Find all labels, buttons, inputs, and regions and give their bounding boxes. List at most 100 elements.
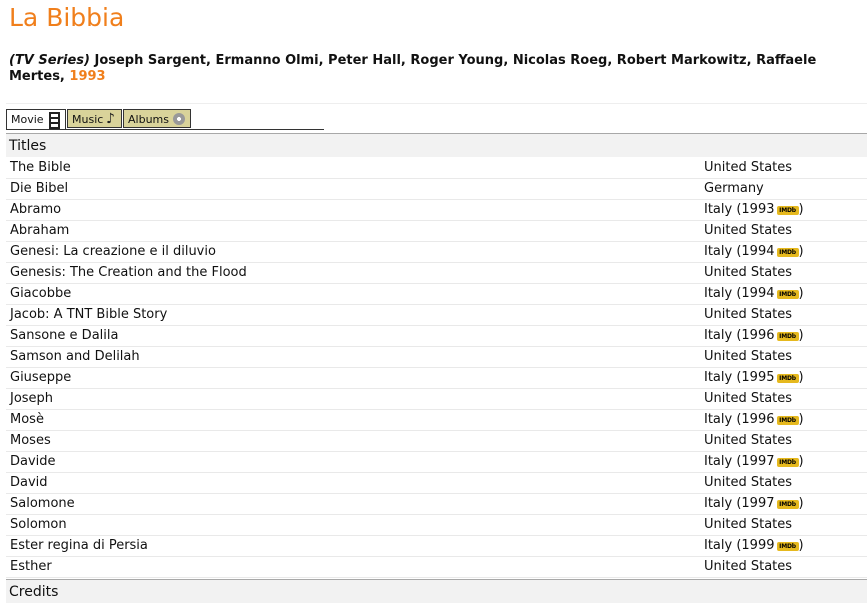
directors-list: Joseph Sargent, Ermanno Olmi, Peter Hall… bbox=[9, 53, 817, 84]
title-cell: Esther bbox=[10, 559, 52, 574]
music-note-icon: ♪ bbox=[106, 111, 115, 127]
country-text: United States bbox=[704, 433, 793, 448]
table-row: Salomone Italy (1997 IMDb) bbox=[6, 494, 867, 515]
imdb-icon[interactable]: IMDb bbox=[776, 290, 799, 299]
table-row: Moses United States bbox=[6, 431, 867, 452]
close-paren: ) bbox=[798, 412, 804, 427]
close-paren: ) bbox=[798, 370, 804, 385]
imdb-icon[interactable]: IMDb bbox=[776, 542, 799, 551]
close-paren: ) bbox=[798, 538, 804, 553]
title-cell: Joseph bbox=[10, 391, 54, 406]
country-text: Italy (1994 bbox=[704, 286, 775, 301]
country-cell: United States bbox=[704, 557, 792, 577]
table-row: Davide Italy (1997 IMDb) bbox=[6, 452, 867, 473]
page-title: La Bibbia bbox=[9, 3, 125, 32]
country-cell: United States bbox=[704, 389, 792, 409]
tab-music-label: Music bbox=[72, 113, 104, 126]
country-cell: Italy (1993 IMDb) bbox=[704, 200, 804, 220]
table-row: Genesis: The Creation and the Flood Unite… bbox=[6, 263, 867, 284]
divider bbox=[6, 103, 867, 104]
table-row: Mosè Italy (1996 IMDb) bbox=[6, 410, 867, 431]
country-cell: Italy (1995 IMDb) bbox=[704, 368, 804, 388]
title-cell: Samson and Delilah bbox=[10, 349, 140, 364]
tab-music[interactable]: Music ♪ bbox=[67, 109, 122, 128]
country-text: United States bbox=[704, 307, 793, 322]
country-cell: Italy (1996 IMDb) bbox=[704, 410, 804, 430]
close-paren: ) bbox=[798, 454, 804, 469]
film-icon bbox=[49, 112, 60, 129]
country-text: Italy (1996 bbox=[704, 328, 775, 343]
table-row: Giuseppe Italy (1995 IMDb) bbox=[6, 368, 867, 389]
table-row: The Bible United States bbox=[6, 158, 867, 179]
year-link[interactable]: 1993 bbox=[69, 69, 105, 84]
imdb-icon[interactable]: IMDb bbox=[776, 248, 799, 257]
title-cell: David bbox=[10, 475, 48, 490]
country-text: Italy (1999 bbox=[704, 538, 775, 553]
table-row: Solomon United States bbox=[6, 515, 867, 536]
title-cell: Giacobbe bbox=[10, 286, 72, 301]
table-row: Abramo Italy (1993 IMDb) bbox=[6, 200, 867, 221]
country-cell: Italy (1994 IMDb) bbox=[704, 284, 804, 304]
tab-underline bbox=[6, 129, 324, 130]
disc-icon bbox=[173, 113, 185, 125]
country-text: Italy (1996 bbox=[704, 412, 775, 427]
title-cell: Ester regina di Persia bbox=[10, 538, 148, 553]
country-text: Italy (1994 bbox=[704, 244, 775, 259]
country-cell: United States bbox=[704, 431, 792, 451]
table-row: Joseph United States bbox=[6, 389, 867, 410]
title-cell: Jacob: A TNT Bible Story bbox=[10, 307, 168, 322]
title-cell: Moses bbox=[10, 433, 51, 448]
table-row: Samson and Delilah United States bbox=[6, 347, 867, 368]
imdb-icon[interactable]: IMDb bbox=[776, 332, 799, 341]
table-row: Die Bibel Germany bbox=[6, 179, 867, 200]
country-text: Italy (1997 bbox=[704, 496, 775, 511]
country-cell: Italy (1997 IMDb) bbox=[704, 452, 804, 472]
tab-movie[interactable]: Movie bbox=[6, 109, 66, 130]
credits-section-header: Credits bbox=[6, 579, 867, 603]
country-text: United States bbox=[704, 160, 793, 175]
title-cell: Salomone bbox=[10, 496, 75, 511]
title-cell: Giuseppe bbox=[10, 370, 72, 385]
titles-table: The Bible United States Die Bibel Germany Ab… bbox=[6, 158, 867, 578]
table-row: Esther United States bbox=[6, 557, 867, 578]
title-cell: The Bible bbox=[10, 160, 71, 175]
country-cell: Italy (1994 IMDb) bbox=[704, 242, 804, 262]
tab-albums[interactable]: Albums bbox=[123, 109, 191, 128]
country-text: United States bbox=[704, 223, 793, 238]
table-row: Sansone e Dalila Italy (1996 IMDb) bbox=[6, 326, 867, 347]
imdb-icon[interactable]: IMDb bbox=[776, 416, 799, 425]
close-paren: ) bbox=[798, 328, 804, 343]
title-cell: Abramo bbox=[10, 202, 62, 217]
country-cell: United States bbox=[704, 473, 792, 493]
close-paren: ) bbox=[798, 202, 804, 217]
country-cell: United States bbox=[704, 515, 792, 535]
tab-albums-label: Albums bbox=[128, 113, 169, 126]
table-row: David United States bbox=[6, 473, 867, 494]
imdb-icon[interactable]: IMDb bbox=[776, 500, 799, 509]
country-text: United States bbox=[704, 265, 793, 280]
title-cell: Abraham bbox=[10, 223, 70, 238]
title-cell: Davide bbox=[10, 454, 56, 469]
country-text: United States bbox=[704, 517, 793, 532]
country-text: Germany bbox=[704, 181, 764, 196]
country-text: United States bbox=[704, 475, 793, 490]
subtitle: (TV Series) Joseph Sargent, Ermanno Olmi… bbox=[9, 53, 829, 85]
country-text: United States bbox=[704, 349, 793, 364]
country-text: United States bbox=[704, 391, 793, 406]
title-cell: Genesis: The Creation and the Flood bbox=[10, 265, 247, 280]
title-cell: Mosè bbox=[10, 412, 44, 427]
country-text: United States bbox=[704, 559, 793, 574]
title-cell: Sansone e Dalila bbox=[10, 328, 119, 343]
table-row: Genesi: La creazione e il diluvio Italy (… bbox=[6, 242, 867, 263]
country-cell: Germany bbox=[704, 179, 764, 199]
country-cell: United States bbox=[704, 347, 792, 367]
imdb-icon[interactable]: IMDb bbox=[776, 374, 799, 383]
country-cell: Italy (1999 IMDb) bbox=[704, 536, 804, 556]
country-cell: United States bbox=[704, 221, 792, 241]
tab-movie-label: Movie bbox=[11, 113, 44, 126]
imdb-icon[interactable]: IMDb bbox=[776, 206, 799, 215]
titles-section-header: Titles bbox=[6, 133, 867, 157]
imdb-icon[interactable]: IMDb bbox=[776, 458, 799, 467]
country-text: Italy (1993 bbox=[704, 202, 775, 217]
close-paren: ) bbox=[798, 244, 804, 259]
